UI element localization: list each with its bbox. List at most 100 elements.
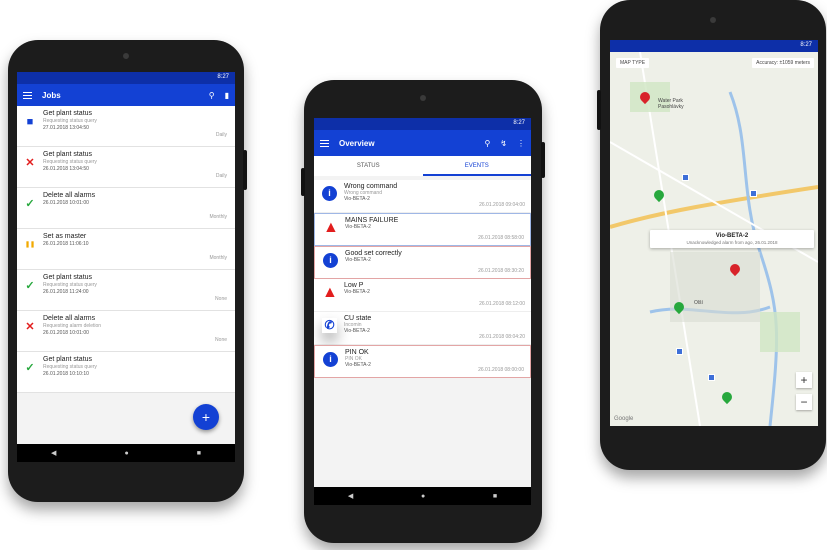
poi-icon[interactable] [750, 190, 757, 197]
side-button [541, 142, 545, 178]
recents-icon[interactable]: ■ [197, 450, 201, 457]
event-title: CU state [344, 315, 372, 322]
job-list-item[interactable]: ❚❚ Set as master 26.01.2018 11:06:10 Monthl… [17, 229, 235, 270]
job-subtitle: Requesting status query [43, 159, 97, 165]
earpiece [420, 95, 426, 101]
event-title: Wrong command [344, 183, 398, 190]
back-icon[interactable]: ◀ [348, 492, 353, 500]
job-repeat: None [215, 296, 227, 302]
info-window-title: Vio-BETA-2 [715, 233, 749, 239]
job-title: Delete all alarms [43, 192, 96, 199]
phone-overview: 8:27 Overview ⚲ ↯ ⋮ STATUS EVENTS i Wrong… [301, 80, 545, 543]
job-repeat: None [215, 337, 227, 343]
status-bar: 8:27 [314, 118, 531, 130]
side-button-lower [301, 168, 305, 196]
phone-jobs: 8:27 Jobs ⚲ ▮ ■ Get plant status Requestin… [8, 40, 247, 502]
search-icon[interactable]: ⚲ [484, 139, 490, 148]
place-label: Olší [694, 300, 703, 306]
zoom-in-button[interactable]: + [796, 372, 812, 388]
job-subtitle: Requesting alarm deletion [43, 323, 102, 329]
job-repeat: Monthly [209, 255, 227, 261]
phone-icon: ✆ [322, 318, 337, 333]
app-bar: Jobs ⚲ ▮ [17, 84, 235, 106]
google-logo: Google [614, 416, 634, 422]
check-icon: ✓ [25, 198, 35, 210]
error-icon: ✕ [25, 321, 35, 333]
recents-icon[interactable]: ■ [493, 493, 497, 500]
tab-events[interactable]: EVENTS [422, 156, 531, 176]
job-subtitle: Requesting status query [43, 118, 97, 124]
more-icon[interactable]: ⋮ [517, 139, 525, 148]
info-icon: i [323, 253, 338, 268]
menu-icon[interactable] [320, 138, 329, 149]
menu-icon[interactable] [23, 90, 32, 101]
job-date: 26.01.2018 13:04:50 [43, 166, 89, 172]
job-subtitle: Requesting status query [43, 282, 97, 288]
overview-screen: 8:27 Overview ⚲ ↯ ⋮ STATUS EVENTS i Wrong… [314, 118, 531, 505]
info-icon: i [322, 186, 337, 201]
event-date: 26.01.2018 09:04:00 [479, 202, 525, 208]
back-icon[interactable]: ◀ [51, 449, 56, 457]
job-repeat: Daily [215, 132, 227, 138]
delete-icon[interactable]: ▮ [225, 91, 229, 100]
side-button [597, 90, 601, 130]
job-list-item[interactable]: ✕ Delete all alarms Requesting alarm delet… [17, 311, 235, 352]
job-list-item[interactable]: ✕ Get plant status Requesting status query… [17, 147, 235, 188]
warning-icon: ▲ [322, 284, 338, 301]
event-list-item[interactable]: ▲ Low P Vio-BETA-2 26.01.2018 08:12:00 [314, 279, 531, 312]
event-list-item[interactable]: ▲ MAINS FAILURE Vio-BETA-2 26.01.2018 08:58… [314, 213, 531, 246]
side-button [243, 150, 247, 190]
job-subtitle: Requesting status query [43, 364, 97, 370]
status-bar: 8:27 [17, 72, 235, 84]
event-date: 26.01.2018 08:12:00 [479, 301, 525, 307]
tab-status[interactable]: STATUS [314, 156, 423, 176]
place-label: Water Park Pasohlávky [658, 98, 684, 110]
info-window-subtitle: Unacknowledged alarm from ago, 26.01.201… [686, 240, 778, 245]
event-title: Low P [344, 282, 364, 289]
earpiece [710, 17, 716, 23]
zoom-out-button[interactable]: − [796, 394, 812, 410]
android-nav-bar: ◀ ● ■ [314, 487, 531, 505]
earpiece [123, 53, 129, 59]
tabs: STATUS EVENTS [314, 156, 531, 176]
home-icon[interactable]: ● [421, 493, 425, 500]
event-list-item[interactable]: i PIN OK PIN OK Vio-BETA-2 26.01.2018 08:00:… [314, 345, 531, 378]
job-title: Delete all alarms [43, 315, 96, 322]
event-list-item[interactable]: i Good set correctly Vio-BETA-2 26.01.2018 … [314, 246, 531, 279]
job-list-item[interactable]: ■ Get plant status Requesting status query… [17, 106, 235, 147]
page-title: Jobs [42, 90, 61, 100]
share-icon[interactable]: ↯ [500, 139, 507, 148]
job-repeat: Monthly [209, 214, 227, 220]
job-title: Get plant status [43, 110, 93, 117]
map-view[interactable]: MAP TYPE Accuracy: ±1059 meters Water Pa… [610, 52, 818, 426]
info-icon: i [323, 352, 338, 367]
event-date: 26.01.2018 08:04:20 [479, 334, 525, 340]
home-icon[interactable]: ● [124, 450, 128, 457]
phone-map: 8:27 MAP TYPE Accuracy: ±1059 meters Wat… [597, 0, 826, 470]
job-list-item[interactable]: ✓ Get plant status Requesting status query… [17, 352, 235, 393]
event-unit: Vio-BETA-2 [345, 224, 371, 230]
jobs-screen: 8:27 Jobs ⚲ ▮ ■ Get plant status Requestin… [17, 72, 235, 462]
job-title: Get plant status [43, 151, 93, 158]
poi-icon[interactable] [708, 374, 715, 381]
accuracy-label: Accuracy: ±1059 meters [752, 58, 814, 68]
event-date: 26.01.2018 08:30:20 [478, 268, 524, 274]
event-title: PIN OK [345, 349, 369, 356]
job-date: 26.01.2018 10:01:00 [43, 330, 89, 336]
job-list-item[interactable]: ✓ Get plant status Requesting status query… [17, 270, 235, 311]
job-title: Get plant status [43, 356, 93, 363]
job-list-item[interactable]: ✓ Delete all alarms 26.01.2018 10:01:00 Mon… [17, 188, 235, 229]
info-window[interactable]: Vio-BETA-2 Unacknowledged alarm from ago… [650, 230, 814, 248]
poi-icon[interactable] [682, 174, 689, 181]
map-type-button[interactable]: MAP TYPE [616, 58, 650, 68]
search-icon[interactable]: ⚲ [209, 91, 215, 100]
pause-icon: ❚❚ [24, 242, 36, 248]
event-list-item[interactable]: i Wrong command Wrong command Vio-BETA-2 26.… [314, 180, 531, 213]
page-title: Overview [339, 138, 375, 148]
event-list-item[interactable]: ✆ CU state Incomin Vio-BETA-2 26.01.2018 08:… [314, 312, 531, 345]
poi-icon[interactable] [676, 348, 683, 355]
android-nav-bar: ◀ ● ■ [17, 444, 235, 462]
add-job-button[interactable]: + [193, 404, 219, 430]
job-date: 26.01.2018 10:10:10 [43, 371, 89, 377]
job-repeat: Daily [215, 173, 227, 179]
